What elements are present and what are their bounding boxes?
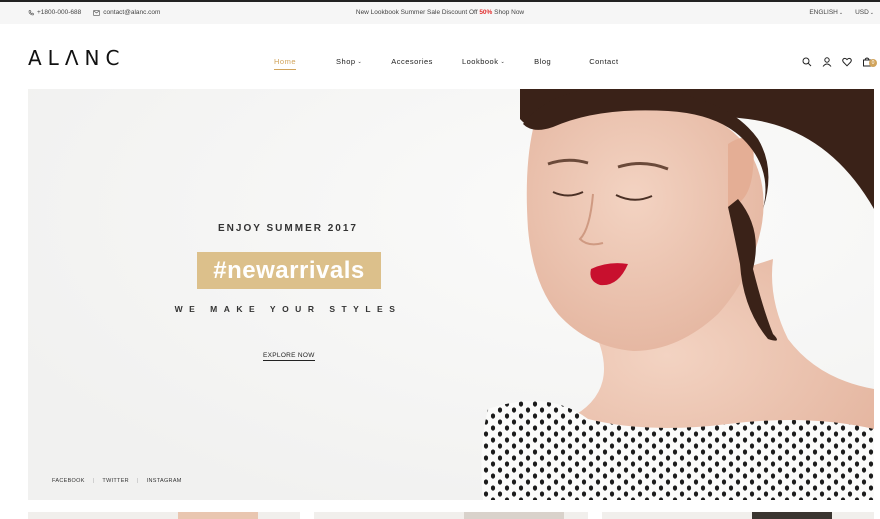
currency-value: USD [855, 9, 869, 16]
nav-lookbook-label: Lookbook [461, 57, 499, 66]
category-cards [0, 512, 880, 519]
nav-shop[interactable]: Shop ⌄ [336, 57, 362, 66]
currency-select[interactable]: USD ⌄ [855, 9, 874, 16]
hero-kicker: ENJOY SUMMER 2017 [218, 223, 358, 234]
site-logo[interactable]: ALΛNC [28, 46, 125, 70]
nav-home-label: Home [274, 57, 297, 66]
user-icon [822, 57, 832, 67]
category-card[interactable] [602, 512, 874, 519]
search-button[interactable] [802, 57, 812, 67]
heart-icon [842, 57, 852, 67]
chevron-down-icon: ⌄ [500, 58, 506, 65]
chevron-down-icon: ⌄ [357, 58, 363, 65]
cart-count-badge: 0 [869, 59, 877, 67]
nav-lookbook[interactable]: Lookbook ⌄ [462, 57, 505, 66]
language-select[interactable]: ENGLISH ⌄ [809, 9, 843, 16]
hero-caption: ENJOY SUMMER 2017 #newarrivals WE MAKE Y… [28, 89, 548, 500]
top-bar: +1800-000-688 contact@alanc.com New Look… [0, 2, 880, 24]
category-card[interactable] [28, 512, 300, 519]
category-card[interactable] [314, 512, 588, 519]
hero-tag: #newarrivals [213, 256, 365, 284]
wishlist-button[interactable] [842, 57, 852, 67]
nav-accesories[interactable]: Accesories [391, 57, 433, 66]
chevron-down-icon: ⌄ [838, 9, 844, 16]
nav-accesories-label: Accesories [391, 57, 433, 66]
nav-shop-label: Shop [336, 57, 356, 66]
explore-now-link[interactable]: EXPLORE NOW [263, 352, 315, 361]
promo-discount: 50% [479, 9, 493, 16]
nav-home[interactable]: Home [274, 57, 297, 70]
hero-subtitle: WE MAKE YOUR STYLES [174, 304, 402, 314]
cart-button[interactable]: 0 [862, 57, 877, 67]
nav-contact-label: Contact [589, 57, 619, 66]
header-icons: 0 [802, 57, 877, 67]
hero-slider: ENJOY SUMMER 2017 #newarrivals WE MAKE Y… [28, 89, 874, 500]
card-image [752, 512, 832, 519]
separator: | [92, 478, 95, 484]
social-twitter[interactable]: TWITTER [102, 478, 129, 484]
nav-blog[interactable]: Blog [534, 57, 551, 66]
site-header: ALΛNC Home Shop ⌄ Accesories Lookbook ⌄ Bl… [0, 24, 880, 88]
promo-banner[interactable]: New Lookbook Summer Sale Discount Off 50… [0, 9, 880, 16]
main-nav: Home Shop ⌄ Accesories Lookbook ⌄ Blog Con… [274, 57, 619, 70]
search-icon [802, 57, 812, 67]
separator: | [136, 478, 139, 484]
promo-text: New Lookbook Summer Sale Discount Off [355, 9, 480, 16]
account-button[interactable] [822, 57, 832, 67]
chevron-down-icon: ⌄ [869, 9, 874, 16]
social-links: FACEBOOK | TWITTER | INSTAGRAM [52, 478, 182, 484]
card-image [178, 512, 258, 519]
social-facebook[interactable]: FACEBOOK [52, 478, 85, 484]
nav-blog-label: Blog [534, 57, 552, 66]
promo-link[interactable]: Shop Now [492, 9, 524, 16]
social-instagram[interactable]: INSTAGRAM [147, 478, 182, 484]
hero-tag-box: #newarrivals [197, 252, 381, 289]
card-image [464, 512, 564, 519]
nav-contact[interactable]: Contact [589, 57, 618, 66]
language-value: ENGLISH [809, 9, 838, 16]
